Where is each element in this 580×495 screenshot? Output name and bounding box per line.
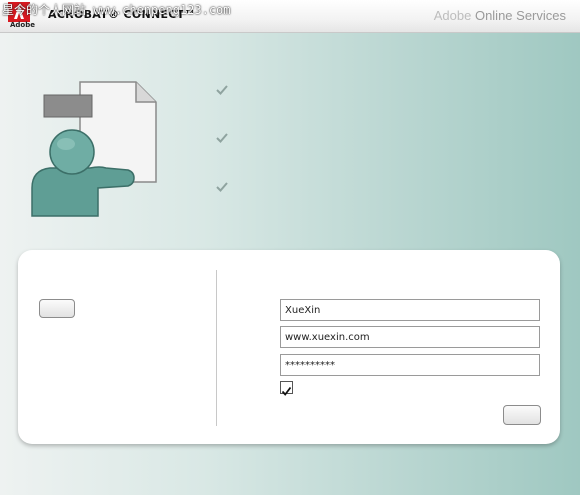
online-services-label: Adobe Online Services	[434, 8, 566, 23]
online-services-text: Online Services	[471, 8, 566, 23]
checkmark-icon	[281, 386, 292, 396]
login-panel	[18, 250, 560, 444]
panel-divider	[216, 270, 217, 426]
watermark-text: 星今的个人网站 www.chenpeng123.com	[2, 3, 231, 17]
online-services-brand: Adobe	[433, 8, 472, 23]
user-document-icon	[28, 78, 168, 218]
submit-button[interactable]	[503, 405, 541, 425]
password-field[interactable]	[280, 354, 540, 376]
name-field[interactable]	[280, 299, 540, 321]
check-icon	[216, 81, 228, 95]
remember-checkbox[interactable]	[280, 381, 293, 396]
adobe-logo-word: Adobe	[10, 21, 35, 29]
check-icon	[216, 178, 228, 192]
url-field[interactable]	[280, 326, 540, 348]
left-action-button[interactable]	[39, 299, 75, 318]
check-icon	[216, 129, 228, 143]
